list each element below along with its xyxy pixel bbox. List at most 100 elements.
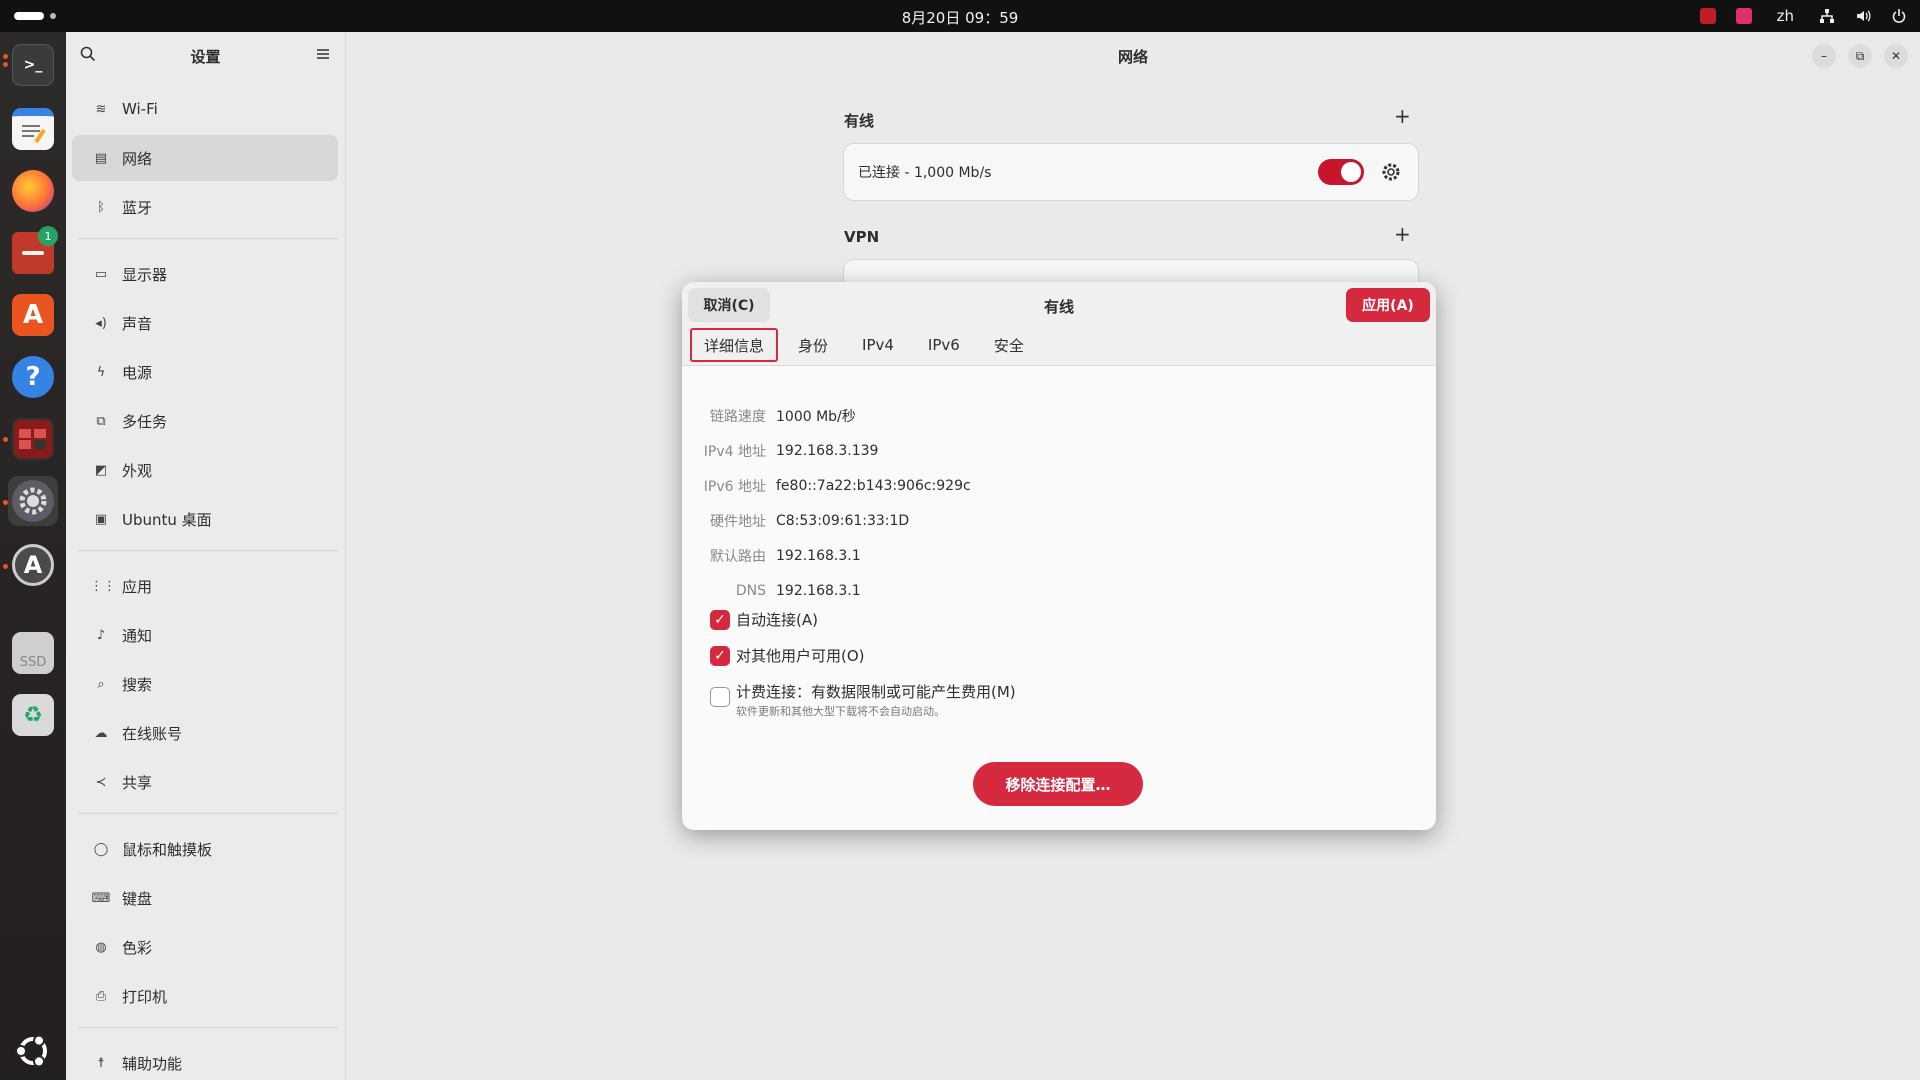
tab-security[interactable]: 安全 (980, 328, 1038, 362)
sidebar-item-power[interactable]: ϟ 电源 (72, 349, 338, 395)
sidebar-item-wifi[interactable]: ≋ Wi-Fi (72, 86, 338, 132)
tab-ipv6[interactable]: IPv6 (914, 328, 974, 362)
sidebar-item-sound[interactable]: ◂) 声音 (72, 300, 338, 346)
appearance-icon: ◩ (94, 462, 108, 478)
tab-details[interactable]: 详细信息 (690, 328, 779, 362)
dock-settings[interactable] (8, 476, 58, 526)
sidebar-item-ubuntu-desktop[interactable]: ▣ Ubuntu 桌面 (72, 496, 338, 542)
sidebar-item-notifications[interactable]: ♪ 通知 (72, 612, 338, 658)
dialog-tabs: 详细信息 身份 IPv4 IPv6 安全 (690, 328, 1044, 362)
detail-key: 链路速度 (710, 408, 766, 425)
dock-show-apps[interactable] (8, 1026, 58, 1076)
input-language[interactable]: zh (1777, 7, 1794, 25)
network-status-icon[interactable] (1818, 7, 1836, 25)
sidebar-item-apps[interactable]: ⋮⋮ 应用 (72, 563, 338, 609)
connection-options: ✓ 自动连接(A) ✓ 对其他用户可用(O) 计费连接：有数据限制或可能产生费用… (710, 610, 1016, 735)
dock-terminal[interactable]: >_ (8, 40, 58, 90)
sidebar-item-keyboard[interactable]: ⌨ 键盘 (72, 875, 338, 921)
detail-key: IPv4 地址 (703, 443, 766, 460)
sidebar-item-sharing[interactable]: ≺ 共享 (72, 759, 338, 805)
sidebar-item-bluetooth[interactable]: ᛒ 蓝牙 (72, 184, 338, 230)
detail-row: 链路速度 1000 Mb/秒 (702, 398, 971, 433)
ubuntu-desktop-icon: ▣ (94, 511, 108, 527)
dock-files[interactable]: 1 (8, 226, 58, 278)
printer-icon: ⎙ (95, 988, 107, 1004)
wired-status: 已连接 - 1,000 Mb/s (858, 165, 992, 181)
sidebar-title: 设置 (190, 48, 221, 66)
wired-toggle[interactable] (1318, 159, 1364, 185)
add-wired-button[interactable]: + (1394, 104, 1411, 128)
dialog-header: 取消(C) 有线 应用(A) 详细信息 身份 IPv4 IPv6 安全 (682, 282, 1436, 366)
tab-identity[interactable]: 身份 (784, 328, 842, 362)
volume-icon[interactable] (1854, 7, 1872, 25)
software-updater-icon: A (12, 544, 54, 586)
detail-row: IPv4 地址 192.168.3.139 (702, 433, 971, 468)
dock: >_ 1 A ? A SSD ♻ (0, 32, 66, 1080)
detail-row: DNS 192.168.3.1 (702, 573, 971, 608)
dock-software-updater[interactable]: A (8, 540, 58, 590)
dock-help[interactable]: ? (8, 352, 58, 402)
sidebar: 设置 ≋ Wi-Fi ▤ 网络 ᛒ 蓝牙 ▭ 显示器 ◂) 声音 ϟ 电源 ⧉ 多任务 ◩ 外观… (66, 32, 346, 1080)
running-indicator (3, 62, 8, 67)
accessibility-icon: ☨ (97, 1055, 105, 1071)
power-icon: ϟ (96, 364, 106, 380)
all-users-option[interactable]: ✓ 对其他用户可用(O) (710, 646, 1016, 666)
details-list: 链路速度 1000 Mb/秒 IPv4 地址 192.168.3.139 IPv6 … (702, 398, 971, 608)
flag-indicator-icon[interactable] (1735, 7, 1753, 25)
ssd-drive-icon: SSD (12, 632, 54, 674)
sharing-icon: ≺ (95, 774, 107, 790)
minimize-button[interactable]: – (1812, 44, 1836, 68)
page-title: 网络 (1117, 48, 1148, 66)
metered-checkbox[interactable] (710, 687, 730, 707)
dock-ssd-drive[interactable]: SSD (8, 628, 58, 678)
sidebar-item-accessibility[interactable]: ☨ 辅助功能 (72, 1040, 338, 1080)
top-bar: 8月20日 09：59 zh (0, 0, 1920, 32)
sidebar-item-appearance[interactable]: ◩ 外观 (72, 447, 338, 493)
add-vpn-button[interactable]: + (1394, 222, 1411, 246)
sidebar-divider (78, 550, 338, 551)
tab-ipv4[interactable]: IPv4 (848, 328, 908, 362)
sidebar-item-display[interactable]: ▭ 显示器 (72, 251, 338, 297)
metered-option[interactable]: 计费连接：有数据限制或可能产生费用(M) 软件更新和其他大型下载将不会自动启动。 (710, 682, 1016, 719)
bluetooth-icon: ᛒ (97, 199, 105, 215)
sidebar-item-printers[interactable]: ⎙ 打印机 (72, 973, 338, 1019)
dock-firefox[interactable] (8, 166, 58, 216)
autoconnect-checkbox[interactable]: ✓ (710, 610, 730, 630)
all-users-checkbox[interactable]: ✓ (710, 646, 730, 666)
keyboard-icon: ⌨ (91, 890, 111, 906)
wired-settings-gear-icon[interactable] (1378, 159, 1404, 185)
notifications-icon: ♪ (96, 627, 106, 643)
detail-value: fe80::7a22:b143:906c:929c (776, 477, 971, 494)
sidebar-item-online-accounts[interactable]: ☁ 在线账号 (72, 710, 338, 756)
hamburger-menu-icon[interactable] (315, 46, 333, 64)
sidebar-item-search[interactable]: ⌕ 搜索 (72, 661, 338, 707)
sidebar-item-network[interactable]: ▤ 网络 (72, 135, 338, 181)
sidebar-item-mouse[interactable]: ◯ 鼠标和触摸板 (72, 826, 338, 872)
metered-description: 软件更新和其他大型下载将不会自动启动。 (736, 705, 945, 718)
power-menu-icon[interactable] (1890, 7, 1908, 25)
dock-system-monitor[interactable] (8, 414, 58, 464)
online-accounts-icon: ☁ (94, 725, 108, 741)
remove-connection-button[interactable]: 移除连接配置… (973, 762, 1143, 806)
autoconnect-option[interactable]: ✓ 自动连接(A) (710, 610, 1016, 630)
sidebar-item-multitasking[interactable]: ⧉ 多任务 (72, 398, 338, 444)
clock[interactable]: 8月20日 09：59 (0, 7, 1920, 28)
detail-value: C8:53:09:61:33:1D (776, 512, 910, 529)
autoconnect-label: 自动连接(A) (736, 611, 818, 629)
trash-icon: ♻ (12, 694, 54, 736)
close-button[interactable]: ✕ (1884, 44, 1908, 68)
app-indicator-icon[interactable] (1699, 7, 1717, 25)
network-icon: ▤ (94, 150, 108, 166)
apps-icon: ⋮⋮ (90, 578, 116, 594)
running-indicator (3, 437, 8, 442)
dock-text-editor[interactable] (8, 104, 58, 154)
sidebar-divider (78, 1027, 338, 1028)
dock-trash[interactable]: ♻ (8, 690, 58, 740)
dock-app-center[interactable]: A (8, 290, 58, 340)
firefox-icon (12, 170, 54, 212)
detail-row: IPv6 地址 fe80::7a22:b143:906c:929c (702, 468, 971, 503)
sidebar-item-color[interactable]: ◍ 色彩 (72, 924, 338, 970)
maximize-button[interactable]: ⧉ (1848, 44, 1872, 68)
apply-button[interactable]: 应用(A) (1346, 288, 1430, 322)
detail-value: 192.168.3.139 (776, 442, 879, 459)
